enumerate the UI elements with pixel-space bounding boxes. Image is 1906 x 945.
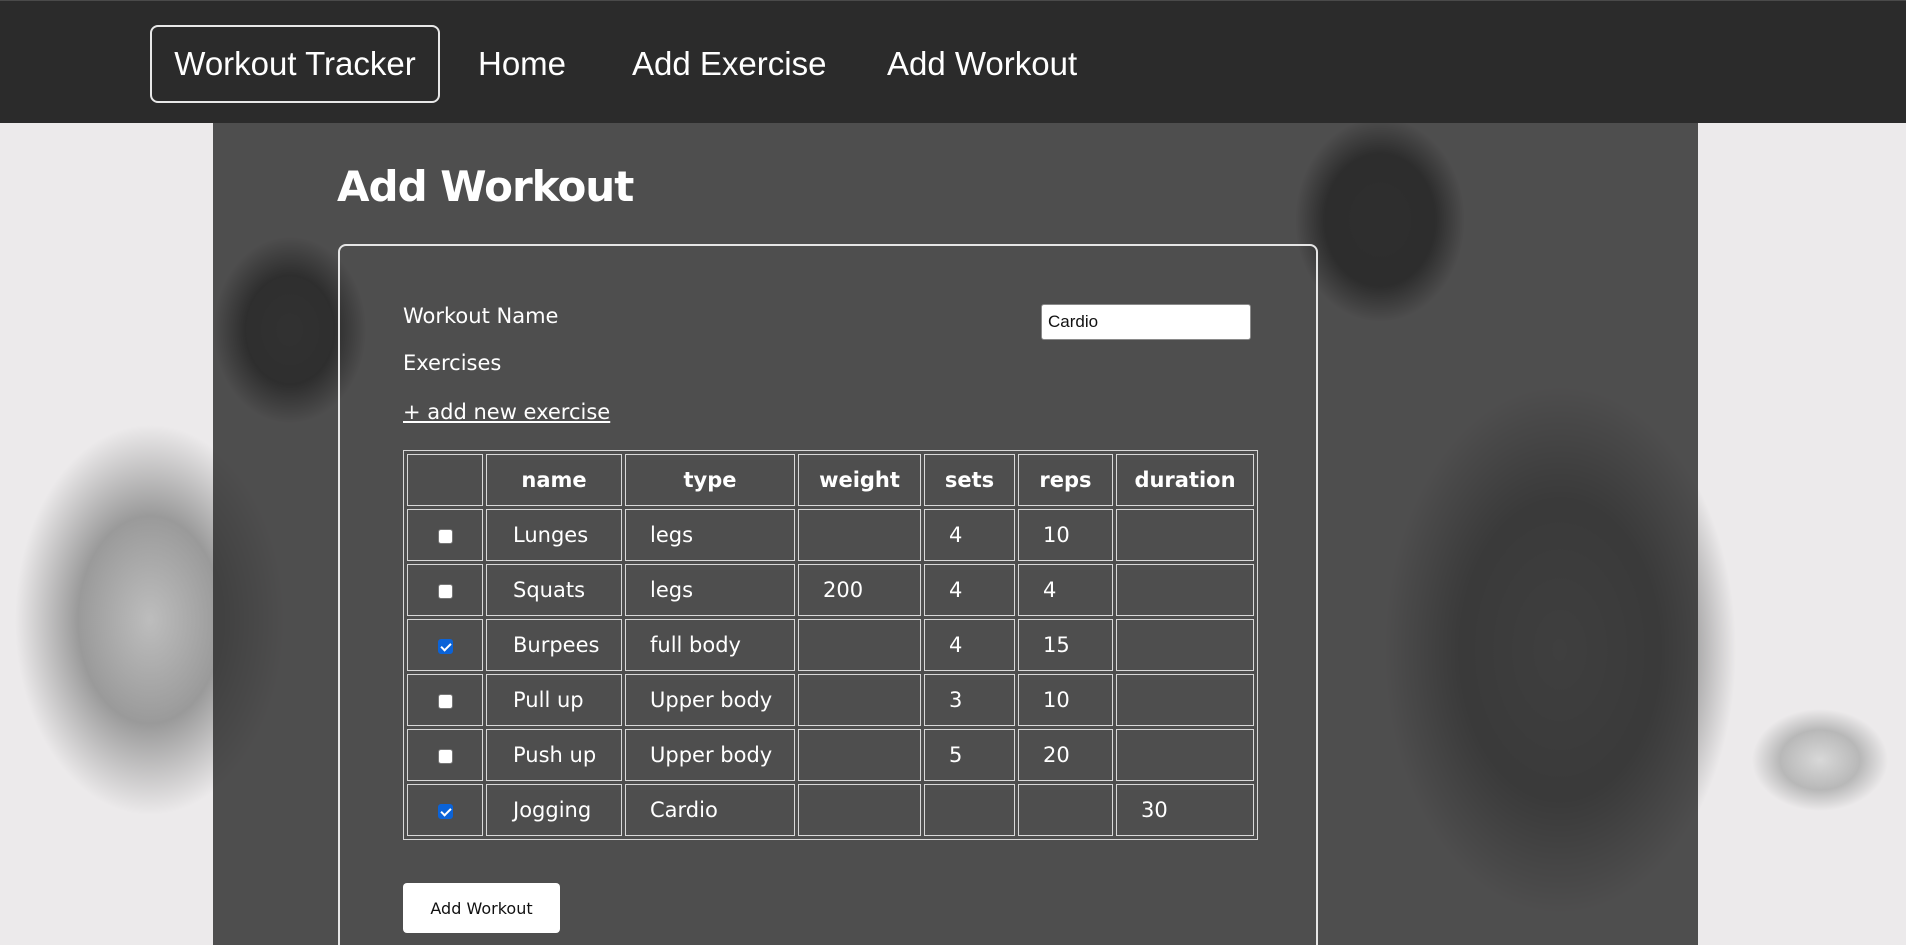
table-row: Burpees full body 4 15	[407, 619, 1254, 671]
cell-sets: 4	[924, 619, 1015, 671]
page-title: Add Workout	[337, 162, 634, 211]
cell-type: legs	[625, 509, 795, 561]
cell-type: Upper body	[625, 674, 795, 726]
exercise-checkbox[interactable]	[437, 748, 453, 764]
cell-weight	[798, 729, 921, 781]
select-cell	[407, 674, 483, 726]
nav-link-add-exercise[interactable]: Add Exercise	[632, 25, 826, 103]
cell-sets: 3	[924, 674, 1015, 726]
cell-duration	[1116, 564, 1254, 616]
select-cell	[407, 509, 483, 561]
exercises-label: Exercises	[403, 351, 502, 375]
cell-sets: 5	[924, 729, 1015, 781]
exercise-checkbox[interactable]	[437, 528, 453, 544]
cell-weight: 200	[798, 564, 921, 616]
workout-name-label: Workout Name	[403, 304, 559, 328]
cell-duration	[1116, 619, 1254, 671]
add-workout-button[interactable]: Add Workout	[403, 883, 560, 933]
cell-reps: 20	[1018, 729, 1113, 781]
select-cell	[407, 784, 483, 836]
cell-sets: 4	[924, 509, 1015, 561]
cell-name: Squats	[486, 564, 622, 616]
cell-duration	[1116, 674, 1254, 726]
add-new-exercise-link[interactable]: + add new exercise	[403, 400, 610, 424]
column-header-duration: duration	[1116, 454, 1254, 506]
top-navbar: Workout Tracker Home Add Exercise Add Wo…	[0, 0, 1906, 123]
column-header-name: name	[486, 454, 622, 506]
table-header-row: name type weight sets reps duration	[407, 454, 1254, 506]
cell-duration	[1116, 509, 1254, 561]
cell-sets	[924, 784, 1015, 836]
table-row: Push up Upper body 5 20	[407, 729, 1254, 781]
column-header-reps: reps	[1018, 454, 1113, 506]
cell-weight	[798, 509, 921, 561]
column-header-select	[407, 454, 483, 506]
table-row: Pull up Upper body 3 10	[407, 674, 1254, 726]
table-row: Lunges legs 4 10	[407, 509, 1254, 561]
cell-type: legs	[625, 564, 795, 616]
select-cell	[407, 729, 483, 781]
cell-name: Lunges	[486, 509, 622, 561]
cell-type: full body	[625, 619, 795, 671]
cell-reps: 10	[1018, 509, 1113, 561]
cell-reps: 15	[1018, 619, 1113, 671]
table-row: Jogging Cardio 30	[407, 784, 1254, 836]
nav-link-home[interactable]: Home	[478, 25, 566, 103]
exercise-checkbox[interactable]	[437, 693, 453, 709]
column-header-weight: weight	[798, 454, 921, 506]
nav-link-add-workout[interactable]: Add Workout	[887, 25, 1077, 103]
cell-weight	[798, 784, 921, 836]
cell-reps: 4	[1018, 564, 1113, 616]
exercise-table: name type weight sets reps duration Lung…	[403, 450, 1258, 840]
column-header-sets: sets	[924, 454, 1015, 506]
brand-link[interactable]: Workout Tracker	[150, 25, 440, 103]
select-cell	[407, 564, 483, 616]
cell-name: Push up	[486, 729, 622, 781]
cell-duration: 30	[1116, 784, 1254, 836]
cell-name: Burpees	[486, 619, 622, 671]
cell-type: Upper body	[625, 729, 795, 781]
cell-weight	[798, 619, 921, 671]
exercise-checkbox[interactable]	[437, 583, 453, 599]
cell-reps	[1018, 784, 1113, 836]
workout-name-input[interactable]	[1041, 304, 1251, 340]
cell-duration	[1116, 729, 1254, 781]
exercise-checkbox[interactable]	[437, 803, 453, 819]
column-header-type: type	[625, 454, 795, 506]
cell-type: Cardio	[625, 784, 795, 836]
cell-reps: 10	[1018, 674, 1113, 726]
cell-weight	[798, 674, 921, 726]
select-cell	[407, 619, 483, 671]
cell-sets: 4	[924, 564, 1015, 616]
table-row: Squats legs 200 4 4	[407, 564, 1254, 616]
cell-name: Pull up	[486, 674, 622, 726]
exercise-checkbox[interactable]	[437, 638, 453, 654]
cell-name: Jogging	[486, 784, 622, 836]
